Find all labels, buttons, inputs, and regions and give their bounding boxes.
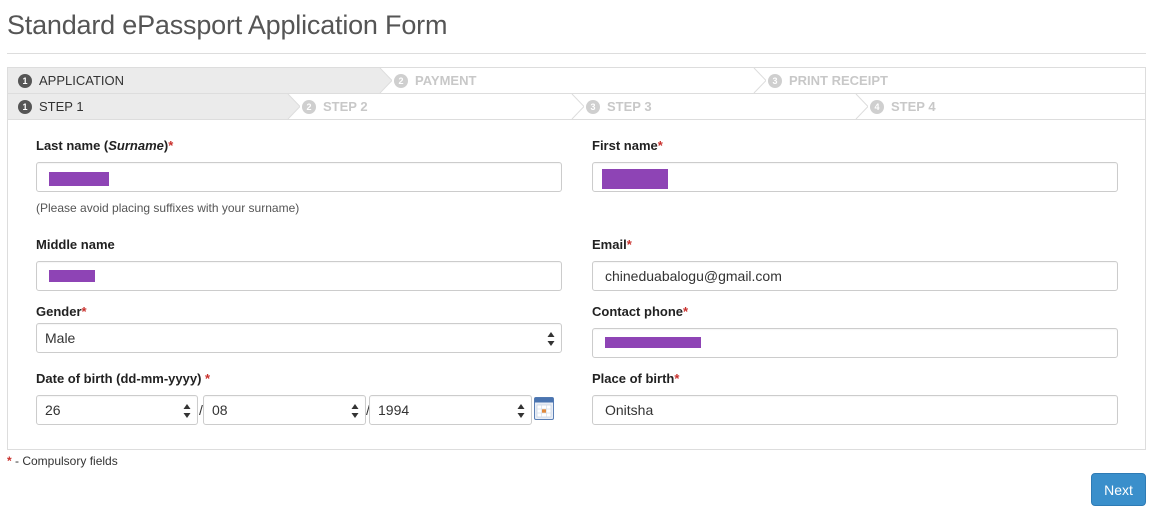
chevron-right-icon	[571, 94, 584, 119]
select-arrows-icon	[351, 404, 359, 418]
wizard-step-label: APPLICATION	[39, 73, 125, 88]
last-name-label: Last name (Surname)*	[36, 138, 174, 153]
select-arrows-icon	[183, 404, 191, 418]
dob-year-select[interactable]: 1994	[369, 395, 532, 425]
first-name-label: First name*	[592, 138, 663, 153]
place-of-birth-label: Place of birth*	[592, 371, 680, 386]
wizard-step-label: STEP 2	[323, 99, 368, 114]
last-name-input[interactable]	[36, 162, 562, 192]
email-label: Email*	[592, 237, 632, 252]
wizard-step-label: STEP 1	[39, 99, 84, 114]
wizard-step-payment[interactable]: 2 PAYMENT	[394, 68, 750, 93]
sub-wizard: 1 STEP 1 2 STEP 2 3 STEP 3 4 STEP 4	[8, 94, 1145, 120]
dob-month-select[interactable]: 08	[203, 395, 366, 425]
wizard-step-label: PRINT RECEIPT	[789, 73, 888, 88]
step-number-badge: 3	[768, 73, 782, 88]
gender-value: Male	[45, 330, 76, 346]
step-number-badge: 1	[18, 73, 32, 88]
compulsory-fields-note: * - Compulsory fields	[7, 454, 118, 468]
wizard-substep-3[interactable]: 3 STEP 3	[586, 94, 852, 119]
redacted-value	[49, 270, 95, 282]
page-title: Standard ePassport Application Form	[7, 10, 448, 40]
wizard-step-label: STEP 3	[607, 99, 652, 114]
dob-day-select[interactable]: 26	[36, 395, 198, 425]
place-of-birth-value: Onitsha	[605, 402, 654, 418]
chevron-right-icon	[378, 68, 392, 93]
step-number-badge: 1	[18, 99, 32, 114]
step-number-badge: 4	[870, 99, 884, 114]
wizard-substep-2[interactable]: 2 STEP 2	[302, 94, 568, 119]
chevron-right-icon	[855, 94, 868, 119]
form-panel: 1 APPLICATION 2 PAYMENT 3 PRINT RECEIPT …	[7, 67, 1146, 450]
email-input[interactable]: chineduabalogu@gmail.com	[592, 261, 1118, 291]
title-divider	[7, 53, 1146, 54]
dob-month-value: 08	[212, 402, 228, 418]
chevron-right-icon	[753, 68, 766, 93]
redacted-value	[49, 172, 109, 186]
wizard-step-label: PAYMENT	[415, 73, 477, 88]
contact-phone-input[interactable]	[592, 328, 1118, 358]
gender-select[interactable]: Male	[36, 323, 562, 353]
first-name-input[interactable]	[592, 162, 1118, 192]
email-value: chineduabalogu@gmail.com	[605, 268, 782, 284]
dob-year-value: 1994	[378, 402, 410, 418]
chevron-right-icon	[286, 94, 300, 119]
middle-name-label: Middle name	[36, 237, 115, 252]
place-of-birth-input[interactable]: Onitsha	[592, 395, 1118, 425]
dob-day-value: 26	[45, 402, 61, 418]
gender-label: Gender*	[36, 304, 87, 319]
wizard-substep-4[interactable]: 4 STEP 4	[870, 94, 1140, 119]
dob-label: Date of birth (dd-mm-yyyy) *	[36, 371, 211, 386]
select-arrows-icon	[547, 332, 555, 346]
wizard-step-print-receipt[interactable]: 3 PRINT RECEIPT	[768, 68, 1138, 93]
redacted-value	[602, 169, 668, 189]
contact-phone-label: Contact phone*	[592, 304, 689, 319]
last-name-help-text: (Please avoid placing suffixes with your…	[36, 201, 300, 215]
step-number-badge: 2	[302, 99, 316, 114]
next-button[interactable]: Next	[1091, 473, 1146, 506]
calendar-icon[interactable]	[534, 396, 554, 420]
wizard-substep-1[interactable]: 1 STEP 1	[8, 94, 286, 119]
step-number-badge: 2	[394, 73, 408, 88]
redacted-value	[605, 337, 701, 348]
wizard-step-application[interactable]: 1 APPLICATION	[8, 68, 378, 93]
middle-name-input[interactable]	[36, 261, 562, 291]
main-wizard: 1 APPLICATION 2 PAYMENT 3 PRINT RECEIPT	[8, 68, 1145, 94]
select-arrows-icon	[517, 404, 525, 418]
wizard-step-label: STEP 4	[891, 99, 936, 114]
step-number-badge: 3	[586, 99, 600, 114]
